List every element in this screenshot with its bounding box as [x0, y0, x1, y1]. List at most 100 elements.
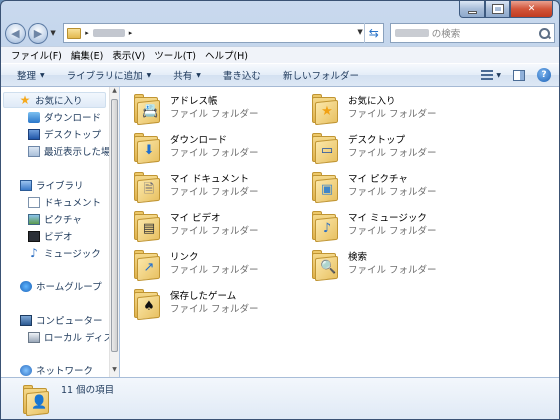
- file-list: 📇 アドレス帳 ファイル フォルダー ★ お気に入り ファイル フォルダー ⬇ ダウ…: [120, 87, 559, 377]
- item-count: 11 個の項目: [61, 385, 115, 396]
- chevron-down-icon: ▼: [196, 71, 201, 79]
- nav-item-computer[interactable]: コンピューター: [20, 312, 103, 328]
- favorites-folder-icon: ★: [310, 93, 342, 126]
- nav-label: コンピューター: [36, 316, 103, 327]
- nav-item-desktop[interactable]: デスクトップ: [28, 126, 101, 142]
- scroll-down-arrow-icon[interactable]: ▼: [110, 366, 119, 377]
- folder-downloads[interactable]: ⬇ ダウンロード ファイル フォルダー: [132, 132, 322, 172]
- desktop-icon: [28, 128, 40, 140]
- breadcrumb-separator-2[interactable]: ▸: [129, 29, 133, 37]
- nav-item-network[interactable]: ネットワーク: [20, 362, 93, 377]
- item-name: お気に入り: [348, 96, 396, 107]
- item-name: ダウンロード: [170, 135, 228, 146]
- change-view-icon[interactable]: [481, 70, 494, 80]
- downloads-folder-icon: ⬇: [132, 132, 164, 165]
- new-folder-button[interactable]: 新しいフォルダー: [283, 68, 359, 82]
- folder-icon: [67, 27, 82, 39]
- menu-view[interactable]: 表示(V): [112, 48, 145, 62]
- minimize-icon: [467, 10, 477, 14]
- forward-arrow-icon: ▶: [33, 26, 43, 40]
- view-controls: ▼ ?: [481, 68, 551, 82]
- address-bar[interactable]: ▸ ▸ ▼ ⇆: [63, 23, 384, 43]
- minimize-button[interactable]: [459, 1, 485, 18]
- folder-my-music[interactable]: ♪ マイ ミュージック ファイル フォルダー: [310, 210, 500, 250]
- breadcrumb-separator[interactable]: ▸: [85, 29, 89, 37]
- folder-saved-games[interactable]: ♠ 保存したゲーム ファイル フォルダー: [132, 288, 322, 328]
- recent-pages-dropdown-icon[interactable]: ▼: [50, 29, 60, 37]
- search-icon[interactable]: [539, 27, 551, 39]
- navigation-pane: ★ お気に入り ダウンロード デスクトップ 最近表示した場所 ライブラリ ドキュメ…: [1, 87, 119, 377]
- menu-help[interactable]: ヘルプ(H): [205, 48, 248, 62]
- nav-pane-scrollbar[interactable]: ▲ ▼: [109, 87, 119, 377]
- organize-button[interactable]: 整理 ▼: [17, 68, 45, 82]
- item-type: ファイル フォルダー: [170, 265, 259, 276]
- redacted-user-name[interactable]: [92, 29, 125, 37]
- item-name: 保存したゲーム: [170, 291, 237, 302]
- search-input[interactable]: の検索: [389, 23, 556, 43]
- folder-favorites[interactable]: ★ お気に入り ファイル フォルダー: [310, 93, 500, 133]
- menu-file[interactable]: ファイル(F): [11, 48, 62, 62]
- nav-item-documents[interactable]: ドキュメント: [28, 194, 101, 210]
- nav-label: ダウンロード: [44, 113, 102, 124]
- explorer-window: ✕ ◀ ▶ ▼ ▸ ▸ ▼ ⇆ の検索 ファイル(F) 編集(E) 表示(V) …: [0, 0, 560, 420]
- folder-desktop[interactable]: ▭ デスクトップ ファイル フォルダー: [310, 132, 500, 172]
- folder-searches[interactable]: 🔍 検索 ファイル フォルダー: [310, 249, 500, 289]
- menu-edit[interactable]: 編集(E): [71, 48, 103, 62]
- item-type: ファイル フォルダー: [170, 187, 259, 198]
- nav-item-local-disk[interactable]: ローカル ディスク: [28, 329, 119, 345]
- item-type: ファイル フォルダー: [348, 187, 437, 198]
- menu-tools[interactable]: ツール(T): [154, 48, 196, 62]
- item-name: アドレス帳: [170, 96, 218, 107]
- folder-my-documents[interactable]: 🗎 マイ ドキュメント ファイル フォルダー: [132, 171, 322, 211]
- nav-label: デスクトップ: [44, 130, 102, 141]
- nav-label: ドキュメント: [44, 198, 102, 209]
- nav-item-libraries[interactable]: ライブラリ: [20, 177, 84, 193]
- nav-item-favorites[interactable]: ★ お気に入り: [3, 92, 106, 108]
- scroll-up-arrow-icon[interactable]: ▲: [110, 87, 119, 98]
- nav-label: 最近表示した場所: [44, 147, 119, 158]
- share-button[interactable]: 共有 ▼: [173, 68, 201, 82]
- add-to-library-button[interactable]: ライブラリに追加 ▼: [67, 68, 152, 82]
- documents-folder-icon: 🗎: [132, 171, 164, 204]
- nav-label: ネットワーク: [36, 366, 94, 377]
- saved-games-folder-icon: ♠: [132, 288, 164, 321]
- nav-item-downloads[interactable]: ダウンロード: [28, 109, 101, 125]
- close-button[interactable]: ✕: [510, 1, 553, 18]
- nav-item-homegroup[interactable]: ホームグループ: [20, 278, 102, 294]
- nav-item-pictures[interactable]: ピクチャ: [28, 211, 82, 227]
- refresh-button[interactable]: ⇆: [363, 23, 383, 43]
- nav-label: ライブラリ: [36, 181, 84, 192]
- caption-buttons: ✕: [459, 1, 553, 18]
- preview-pane-icon[interactable]: [513, 69, 525, 81]
- nav-label: ミュージック: [44, 249, 101, 260]
- item-name: マイ ビデオ: [170, 213, 221, 224]
- back-button[interactable]: ◀: [5, 22, 26, 44]
- item-name: マイ ピクチャ: [348, 174, 408, 185]
- nav-label: ローカル ディスク: [44, 333, 119, 344]
- documents-icon: [28, 196, 40, 208]
- address-book-folder-icon: 📇: [132, 93, 164, 126]
- item-type: ファイル フォルダー: [348, 226, 437, 237]
- item-name: マイ ミュージック: [348, 213, 427, 224]
- folder-my-pictures[interactable]: ▣ マイ ピクチャ ファイル フォルダー: [310, 171, 500, 211]
- view-options-dropdown-icon[interactable]: ▼: [496, 72, 501, 79]
- folder-my-videos[interactable]: ▤ マイ ビデオ ファイル フォルダー: [132, 210, 322, 250]
- back-arrow-icon: ◀: [11, 26, 20, 40]
- libraries-icon: [20, 179, 32, 191]
- nav-item-music[interactable]: ♪ ミュージック: [28, 245, 101, 261]
- burn-button[interactable]: 書き込む: [223, 68, 261, 82]
- chevron-down-icon: ▼: [40, 71, 45, 79]
- homegroup-icon: [20, 280, 32, 292]
- nav-label: ホームグループ: [36, 282, 102, 293]
- command-bar: 整理 ▼ ライブラリに追加 ▼ 共有 ▼ 書き込む 新しいフォルダー ▼ ?: [1, 63, 559, 87]
- forward-button[interactable]: ▶: [27, 22, 49, 44]
- maximize-button[interactable]: [485, 1, 510, 18]
- help-icon[interactable]: ?: [537, 68, 551, 82]
- folder-address-book[interactable]: 📇 アドレス帳 ファイル フォルダー: [132, 93, 322, 133]
- nav-item-videos[interactable]: ビデオ: [28, 228, 73, 244]
- folder-links[interactable]: ↗ リンク ファイル フォルダー: [132, 249, 322, 289]
- scrollbar-thumb[interactable]: [111, 99, 118, 352]
- nav-item-recent-places[interactable]: 最近表示した場所: [28, 143, 119, 159]
- address-dropdown-icon[interactable]: ▼: [357, 28, 362, 36]
- searches-folder-icon: 🔍: [310, 249, 342, 282]
